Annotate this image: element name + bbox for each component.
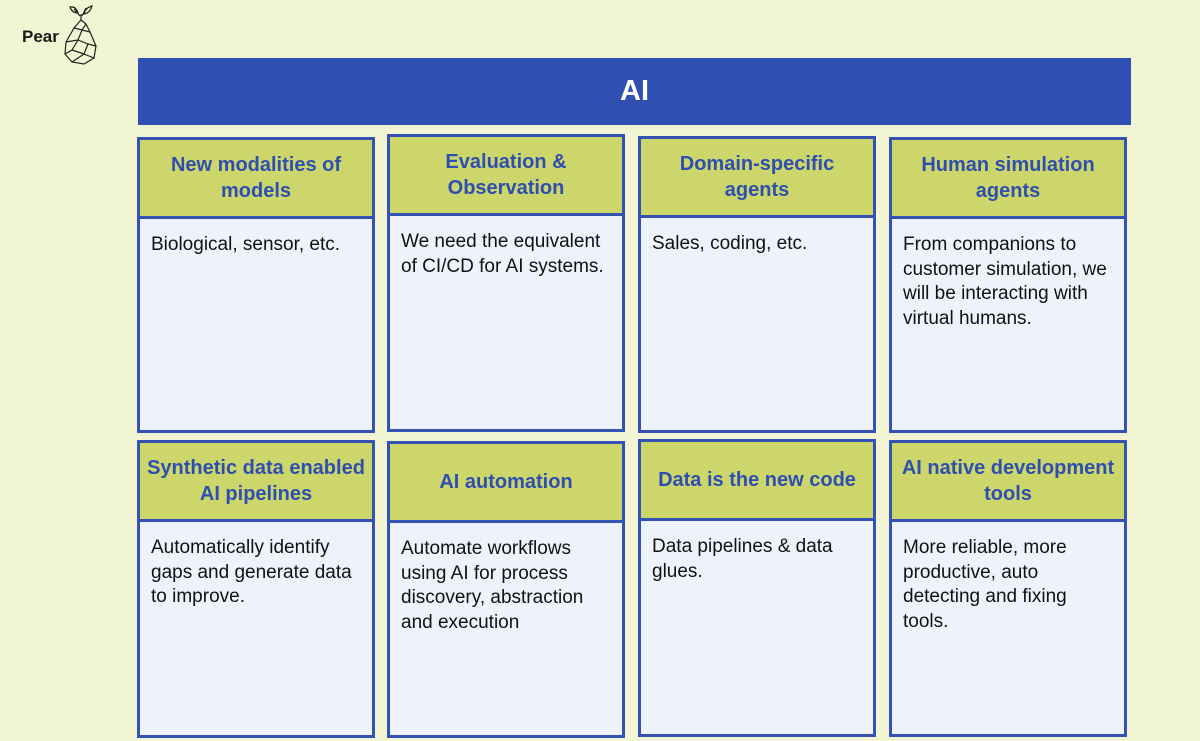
card-body: Automate workflows using AI for process …	[401, 538, 584, 633]
card: New modalities of models Biological, sens…	[137, 137, 375, 433]
card-title: New modalities of models	[140, 140, 372, 219]
card-title: Evaluation & Observation	[390, 137, 622, 216]
card: AI native development tools More reliable…	[889, 440, 1127, 737]
card-title: Data is the new code	[641, 442, 873, 521]
card-body: Automatically identify gaps and generate…	[151, 537, 352, 607]
card: Evaluation & Observation We need the equi…	[387, 134, 625, 432]
brand-name: Pear	[22, 27, 59, 46]
card-body: Sales, coding, etc.	[652, 233, 808, 254]
card-title: AI automation	[390, 444, 622, 523]
card-body: We need the equivalent of CI/CD for AI s…	[401, 231, 604, 277]
pear-logo: Pear	[22, 4, 112, 66]
card: Human simulation agents From companions t…	[889, 137, 1127, 433]
card-body: From companions to customer simulation, …	[903, 234, 1107, 329]
banner-title: AI	[138, 58, 1131, 125]
card: Data is the new code Data pipelines & dat…	[638, 439, 876, 737]
card-body: Biological, sensor, etc.	[151, 234, 341, 255]
pear-icon	[64, 5, 97, 65]
card-title: Synthetic data enabled AI pipelines	[140, 443, 372, 522]
card-body: Data pipelines & data glues.	[652, 536, 833, 582]
card-title: Domain-specific agents	[641, 139, 873, 218]
card: AI automation Automate workflows using AI…	[387, 441, 625, 738]
card: Domain-specific agents Sales, coding, etc…	[638, 136, 876, 433]
card-title: Human simulation agents	[892, 140, 1124, 219]
card: Synthetic data enabled AI pipelines Autom…	[137, 440, 375, 738]
card-title: AI native development tools	[892, 443, 1124, 522]
card-body: More reliable, more productive, auto det…	[903, 537, 1067, 632]
